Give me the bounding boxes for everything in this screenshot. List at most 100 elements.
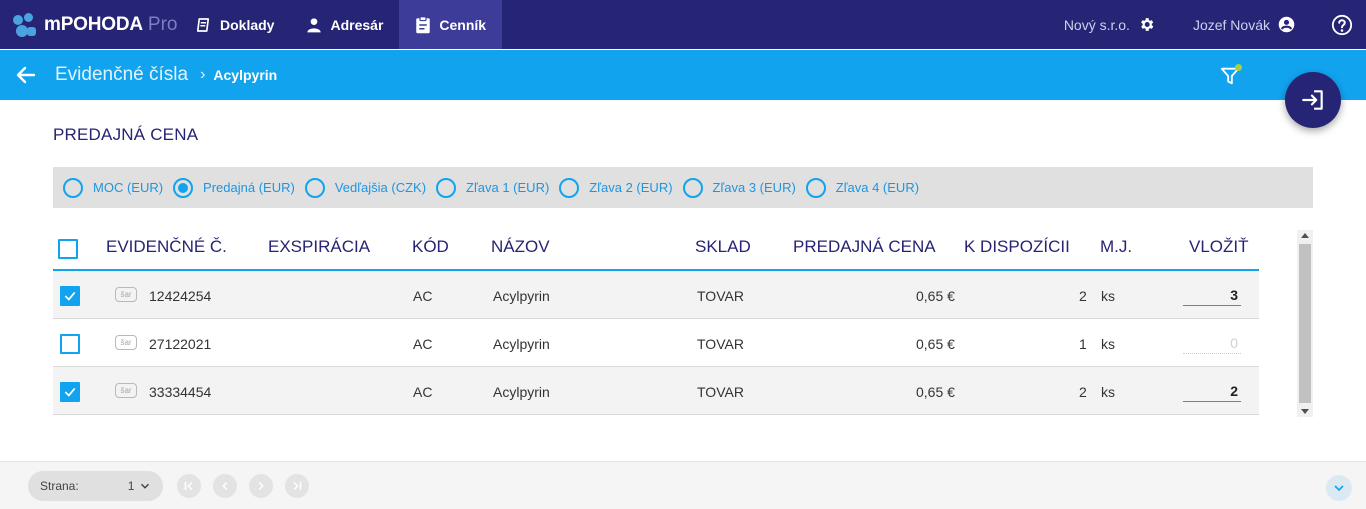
back-arrow-icon[interactable] xyxy=(14,63,38,87)
nav-adresar[interactable]: Adresár xyxy=(290,0,399,49)
expand-button[interactable] xyxy=(1326,475,1352,501)
col-store[interactable]: SKLAD xyxy=(695,237,751,257)
chevron-down-icon xyxy=(1334,485,1344,492)
nav-cennik[interactable]: Cenník xyxy=(399,0,503,49)
table-row[interactable]: šar 33334454 AC Acylpyrin TOVAR 0,65 € 2… xyxy=(53,367,1259,415)
radio-label: MOC (EUR) xyxy=(93,180,164,195)
row-checkbox-checked[interactable] xyxy=(60,382,80,402)
cell-avail: 2 xyxy=(1079,384,1087,400)
radio-label: Zľava 2 (EUR) xyxy=(589,180,673,195)
scroll-up-arrow-icon[interactable] xyxy=(1301,233,1309,238)
radio-label: Zľava 4 (EUR) xyxy=(835,180,920,195)
cell-price: 0,65 € xyxy=(916,336,955,352)
page-selector[interactable]: Strana: 1 xyxy=(28,471,163,501)
col-insert[interactable]: VLOŽIŤ xyxy=(1189,237,1249,257)
radio-circle xyxy=(304,177,325,198)
radio-circle xyxy=(559,177,580,198)
radio-circle xyxy=(63,177,83,198)
row-checkbox-checked[interactable] xyxy=(60,286,80,306)
quantity-input[interactable]: 0 xyxy=(1183,332,1241,354)
cell-name: Acylpyrin xyxy=(493,336,550,352)
select-all-checkbox[interactable] xyxy=(58,239,78,259)
items-table: EVIDENČNÉ Č. EXSPIRÁCIA KÓD NÁZOV SKLAD … xyxy=(53,222,1259,415)
app-edition: Pro xyxy=(147,13,178,35)
cell-ev: 27122021 xyxy=(149,336,212,352)
cell-code: AC xyxy=(413,384,433,400)
user-menu[interactable]: Jozef Novák xyxy=(1193,16,1295,33)
radio-zlava-4[interactable]: Zľava 4 (EUR) xyxy=(805,177,920,198)
first-page-icon xyxy=(184,481,193,491)
last-page-button[interactable] xyxy=(285,474,309,498)
chevron-down-icon xyxy=(141,483,150,489)
cell-code: AC xyxy=(413,288,433,304)
price-type-selector: MOC (EUR) Predajná (EUR) Vedľajšia (CZK)… xyxy=(53,167,1313,208)
user-name: Jozef Novák xyxy=(1192,16,1270,33)
nav-doklady[interactable]: Doklady xyxy=(178,0,290,49)
cell-avail: 1 xyxy=(1079,336,1087,352)
nav-adresar-label: Adresár xyxy=(330,16,384,33)
cell-store: TOVAR xyxy=(697,384,744,400)
col-code[interactable]: KÓD xyxy=(412,237,449,257)
help-icon[interactable] xyxy=(1331,14,1353,36)
filter-active-indicator xyxy=(1235,64,1242,71)
cell-price: 0,65 € xyxy=(916,288,955,304)
company-name: Nový s.r.o. xyxy=(1063,16,1130,33)
col-price[interactable]: PREDAJNÁ CENA xyxy=(793,237,936,257)
radio-moc[interactable]: MOC (EUR) xyxy=(63,177,164,198)
cell-ev: 33334454 xyxy=(149,384,212,400)
radio-circle xyxy=(436,177,457,198)
chevron-left-icon xyxy=(222,481,228,491)
account-icon xyxy=(1278,16,1295,33)
app-logo[interactable]: mPOHODA Pro xyxy=(0,0,178,49)
radio-label: Zľava 1 (EUR) xyxy=(466,180,550,195)
gear-icon xyxy=(1141,18,1154,31)
breadcrumb-title[interactable]: Evidenčné čísla xyxy=(55,64,188,86)
login-arrow-icon xyxy=(1302,90,1323,110)
scroll-down-arrow-icon[interactable] xyxy=(1301,409,1309,414)
radio-circle xyxy=(682,177,703,198)
person-icon xyxy=(307,17,322,32)
company-selector[interactable]: Nový s.r.o. xyxy=(1064,16,1155,33)
logo-icon xyxy=(12,12,36,37)
col-ev[interactable]: EVIDENČNÉ Č. xyxy=(106,237,227,257)
radio-label: Vedľajšia (CZK) xyxy=(334,180,427,195)
next-page-button[interactable] xyxy=(249,474,273,498)
col-name[interactable]: NÁZOV xyxy=(491,237,550,257)
quantity-input[interactable]: 2 xyxy=(1183,380,1241,402)
cell-ev: 12424254 xyxy=(149,288,212,304)
check-icon xyxy=(64,291,76,301)
batch-badge: šar xyxy=(115,335,137,350)
col-exp[interactable]: EXSPIRÁCIA xyxy=(268,237,370,257)
table-row[interactable]: šar 12424254 AC Acylpyrin TOVAR 0,65 € 2… xyxy=(53,271,1259,319)
cell-store: TOVAR xyxy=(697,336,744,352)
radio-zlava-3[interactable]: Zľava 3 (EUR) xyxy=(682,177,796,198)
page-value: 1 xyxy=(127,479,135,493)
breadcrumb-bar: Evidenčné čísla › Acylpyrin xyxy=(0,50,1366,100)
col-unit[interactable]: M.J. xyxy=(1100,237,1132,257)
scrollbar-thumb[interactable] xyxy=(1299,244,1311,403)
radio-label: Predajná (EUR) xyxy=(203,180,295,195)
radio-predajna[interactable]: Predajná (EUR) xyxy=(173,177,295,198)
radio-zlava-2[interactable]: Zľava 2 (EUR) xyxy=(559,177,673,198)
top-navigation-bar: mPOHODA Pro Doklady Adresár Cenník Nový … xyxy=(0,0,1366,49)
insert-button[interactable] xyxy=(1285,72,1341,128)
cell-name: Acylpyrin xyxy=(493,288,550,304)
app-name: mPOHODA xyxy=(44,13,143,35)
quantity-input[interactable]: 3 xyxy=(1183,284,1241,306)
pagination-footer: Strana: 1 xyxy=(0,461,1366,509)
radio-zlava-1[interactable]: Zľava 1 (EUR) xyxy=(436,177,550,198)
breadcrumb-current: Acylpyrin xyxy=(213,67,278,83)
row-checkbox[interactable] xyxy=(60,334,80,354)
chevron-right-icon xyxy=(258,481,264,491)
cell-price: 0,65 € xyxy=(916,384,955,400)
radio-vedlajsia[interactable]: Vedľajšia (CZK) xyxy=(304,177,427,198)
table-scrollbar[interactable] xyxy=(1297,230,1313,417)
table-header: EVIDENČNÉ Č. EXSPIRÁCIA KÓD NÁZOV SKLAD … xyxy=(53,222,1259,271)
section-title: PREDAJNÁ CENA xyxy=(53,125,199,144)
clipboard-icon xyxy=(416,15,431,33)
first-page-button[interactable] xyxy=(177,474,201,498)
col-avail[interactable]: K DISPOZÍCII xyxy=(964,237,1070,257)
batch-badge: šar xyxy=(115,287,137,302)
previous-page-button[interactable] xyxy=(213,474,237,498)
table-row[interactable]: šar 27122021 AC Acylpyrin TOVAR 0,65 € 1… xyxy=(53,319,1259,367)
